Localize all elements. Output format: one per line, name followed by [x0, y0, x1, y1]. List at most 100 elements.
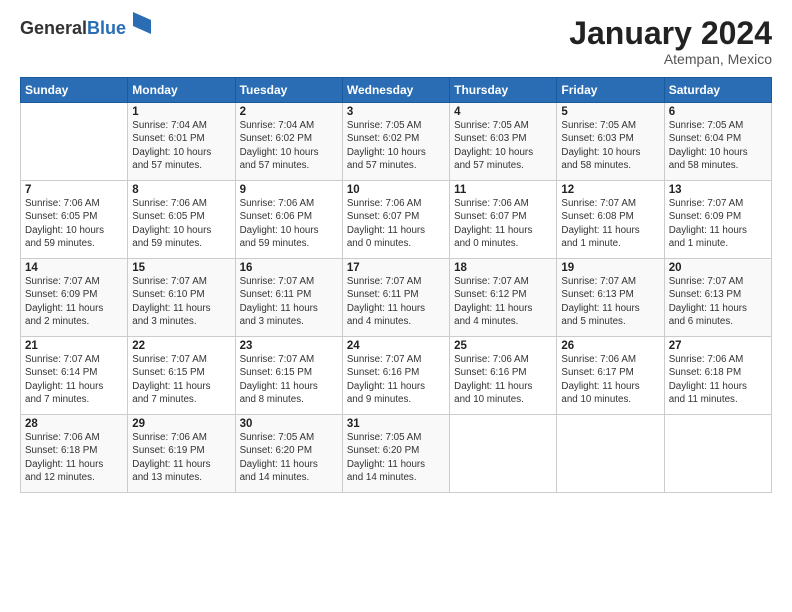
- day-info: Sunrise: 7:07 AMSunset: 6:15 PMDaylight:…: [240, 353, 338, 406]
- day-info: Sunrise: 7:07 AMSunset: 6:15 PMDaylight:…: [132, 353, 230, 406]
- day-number: 8: [132, 184, 230, 196]
- calendar-cell: 18Sunrise: 7:07 AMSunset: 6:12 PMDayligh…: [450, 259, 557, 337]
- day-info: Sunrise: 7:06 AMSunset: 6:05 PMDaylight:…: [132, 197, 230, 250]
- calendar-cell: 17Sunrise: 7:07 AMSunset: 6:11 PMDayligh…: [342, 259, 449, 337]
- calendar-cell: 20Sunrise: 7:07 AMSunset: 6:13 PMDayligh…: [664, 259, 771, 337]
- day-info: Sunrise: 7:05 AMSunset: 6:20 PMDaylight:…: [240, 431, 338, 484]
- calendar-cell: 24Sunrise: 7:07 AMSunset: 6:16 PMDayligh…: [342, 337, 449, 415]
- day-info: Sunrise: 7:07 AMSunset: 6:11 PMDaylight:…: [347, 275, 445, 328]
- calendar-cell: 28Sunrise: 7:06 AMSunset: 6:18 PMDayligh…: [21, 415, 128, 493]
- day-info: Sunrise: 7:06 AMSunset: 6:17 PMDaylight:…: [561, 353, 659, 406]
- logo-blue: Blue: [87, 18, 126, 38]
- day-info: Sunrise: 7:05 AMSunset: 6:20 PMDaylight:…: [347, 431, 445, 484]
- calendar-cell: 4Sunrise: 7:05 AMSunset: 6:03 PMDaylight…: [450, 103, 557, 181]
- weekday-friday: Friday: [557, 78, 664, 103]
- day-info: Sunrise: 7:06 AMSunset: 6:07 PMDaylight:…: [347, 197, 445, 250]
- day-info: Sunrise: 7:04 AMSunset: 6:01 PMDaylight:…: [132, 119, 230, 172]
- calendar-cell: 8Sunrise: 7:06 AMSunset: 6:05 PMDaylight…: [128, 181, 235, 259]
- weekday-header-row: SundayMondayTuesdayWednesdayThursdayFrid…: [21, 78, 772, 103]
- day-number: 19: [561, 262, 659, 274]
- title-area: January 2024 Atempan, Mexico: [569, 16, 772, 67]
- calendar-cell: 27Sunrise: 7:06 AMSunset: 6:18 PMDayligh…: [664, 337, 771, 415]
- day-info: Sunrise: 7:07 AMSunset: 6:09 PMDaylight:…: [669, 197, 767, 250]
- week-row-1: 1Sunrise: 7:04 AMSunset: 6:01 PMDaylight…: [21, 103, 772, 181]
- weekday-saturday: Saturday: [664, 78, 771, 103]
- calendar-cell: [450, 415, 557, 493]
- day-number: 7: [25, 184, 123, 196]
- day-number: 31: [347, 418, 445, 430]
- week-row-4: 21Sunrise: 7:07 AMSunset: 6:14 PMDayligh…: [21, 337, 772, 415]
- calendar-cell: [21, 103, 128, 181]
- day-info: Sunrise: 7:06 AMSunset: 6:16 PMDaylight:…: [454, 353, 552, 406]
- day-number: 24: [347, 340, 445, 352]
- day-info: Sunrise: 7:05 AMSunset: 6:02 PMDaylight:…: [347, 119, 445, 172]
- day-number: 10: [347, 184, 445, 196]
- day-number: 13: [669, 184, 767, 196]
- weekday-thursday: Thursday: [450, 78, 557, 103]
- day-number: 22: [132, 340, 230, 352]
- day-info: Sunrise: 7:07 AMSunset: 6:12 PMDaylight:…: [454, 275, 552, 328]
- page: GeneralBlue January 2024 Atempan, Mexico…: [0, 0, 792, 612]
- day-number: 14: [25, 262, 123, 274]
- month-title: January 2024: [569, 16, 772, 51]
- calendar-cell: 3Sunrise: 7:05 AMSunset: 6:02 PMDaylight…: [342, 103, 449, 181]
- day-info: Sunrise: 7:06 AMSunset: 6:05 PMDaylight:…: [25, 197, 123, 250]
- day-number: 29: [132, 418, 230, 430]
- logo: GeneralBlue: [20, 16, 151, 39]
- calendar-cell: 2Sunrise: 7:04 AMSunset: 6:02 PMDaylight…: [235, 103, 342, 181]
- day-number: 27: [669, 340, 767, 352]
- day-number: 16: [240, 262, 338, 274]
- day-number: 11: [454, 184, 552, 196]
- calendar-cell: 12Sunrise: 7:07 AMSunset: 6:08 PMDayligh…: [557, 181, 664, 259]
- calendar-cell: 29Sunrise: 7:06 AMSunset: 6:19 PMDayligh…: [128, 415, 235, 493]
- day-number: 3: [347, 106, 445, 118]
- day-number: 9: [240, 184, 338, 196]
- day-info: Sunrise: 7:05 AMSunset: 6:03 PMDaylight:…: [454, 119, 552, 172]
- day-info: Sunrise: 7:06 AMSunset: 6:19 PMDaylight:…: [132, 431, 230, 484]
- day-info: Sunrise: 7:07 AMSunset: 6:13 PMDaylight:…: [669, 275, 767, 328]
- day-number: 1: [132, 106, 230, 118]
- calendar-cell: 5Sunrise: 7:05 AMSunset: 6:03 PMDaylight…: [557, 103, 664, 181]
- day-number: 20: [669, 262, 767, 274]
- week-row-5: 28Sunrise: 7:06 AMSunset: 6:18 PMDayligh…: [21, 415, 772, 493]
- calendar-table: SundayMondayTuesdayWednesdayThursdayFrid…: [20, 77, 772, 493]
- calendar-cell: 13Sunrise: 7:07 AMSunset: 6:09 PMDayligh…: [664, 181, 771, 259]
- day-info: Sunrise: 7:06 AMSunset: 6:07 PMDaylight:…: [454, 197, 552, 250]
- logo-general: General: [20, 18, 87, 38]
- calendar-cell: [557, 415, 664, 493]
- calendar-cell: 25Sunrise: 7:06 AMSunset: 6:16 PMDayligh…: [450, 337, 557, 415]
- week-row-3: 14Sunrise: 7:07 AMSunset: 6:09 PMDayligh…: [21, 259, 772, 337]
- day-number: 17: [347, 262, 445, 274]
- day-info: Sunrise: 7:05 AMSunset: 6:03 PMDaylight:…: [561, 119, 659, 172]
- day-number: 26: [561, 340, 659, 352]
- day-info: Sunrise: 7:07 AMSunset: 6:11 PMDaylight:…: [240, 275, 338, 328]
- calendar-cell: 23Sunrise: 7:07 AMSunset: 6:15 PMDayligh…: [235, 337, 342, 415]
- calendar-cell: 14Sunrise: 7:07 AMSunset: 6:09 PMDayligh…: [21, 259, 128, 337]
- calendar-cell: 22Sunrise: 7:07 AMSunset: 6:15 PMDayligh…: [128, 337, 235, 415]
- calendar-cell: 16Sunrise: 7:07 AMSunset: 6:11 PMDayligh…: [235, 259, 342, 337]
- day-number: 12: [561, 184, 659, 196]
- day-number: 4: [454, 106, 552, 118]
- calendar-cell: [664, 415, 771, 493]
- calendar-cell: 21Sunrise: 7:07 AMSunset: 6:14 PMDayligh…: [21, 337, 128, 415]
- calendar-cell: 31Sunrise: 7:05 AMSunset: 6:20 PMDayligh…: [342, 415, 449, 493]
- day-number: 30: [240, 418, 338, 430]
- day-info: Sunrise: 7:07 AMSunset: 6:14 PMDaylight:…: [25, 353, 123, 406]
- day-info: Sunrise: 7:07 AMSunset: 6:10 PMDaylight:…: [132, 275, 230, 328]
- week-row-2: 7Sunrise: 7:06 AMSunset: 6:05 PMDaylight…: [21, 181, 772, 259]
- logo-icon: [133, 12, 151, 34]
- day-number: 6: [669, 106, 767, 118]
- location: Atempan, Mexico: [569, 51, 772, 67]
- weekday-wednesday: Wednesday: [342, 78, 449, 103]
- day-info: Sunrise: 7:07 AMSunset: 6:08 PMDaylight:…: [561, 197, 659, 250]
- calendar-cell: 1Sunrise: 7:04 AMSunset: 6:01 PMDaylight…: [128, 103, 235, 181]
- day-info: Sunrise: 7:06 AMSunset: 6:18 PMDaylight:…: [669, 353, 767, 406]
- day-number: 5: [561, 106, 659, 118]
- day-number: 21: [25, 340, 123, 352]
- calendar-cell: 9Sunrise: 7:06 AMSunset: 6:06 PMDaylight…: [235, 181, 342, 259]
- calendar-cell: 19Sunrise: 7:07 AMSunset: 6:13 PMDayligh…: [557, 259, 664, 337]
- day-info: Sunrise: 7:07 AMSunset: 6:16 PMDaylight:…: [347, 353, 445, 406]
- calendar-cell: 11Sunrise: 7:06 AMSunset: 6:07 PMDayligh…: [450, 181, 557, 259]
- day-info: Sunrise: 7:07 AMSunset: 6:09 PMDaylight:…: [25, 275, 123, 328]
- weekday-monday: Monday: [128, 78, 235, 103]
